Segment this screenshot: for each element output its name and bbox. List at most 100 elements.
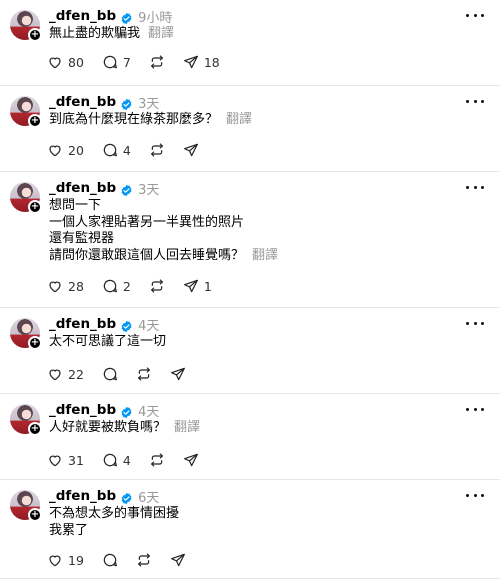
post-actions: 19 [47, 550, 204, 570]
comment-icon [102, 366, 118, 382]
follow-plus-icon[interactable]: + [28, 422, 42, 436]
post-text-content: 我累了 [49, 522, 89, 538]
reply-button[interactable]: 4 [102, 450, 131, 470]
heart-icon [47, 366, 63, 382]
repost-icon [149, 142, 165, 158]
follow-plus-icon[interactable]: + [28, 200, 42, 214]
shares-count: 18 [203, 54, 220, 70]
repost-button[interactable] [149, 52, 165, 72]
post[interactable]: + _dfen_bb 9小時 無止盡的欺騙我 翻譯 80 7 18 [0, 0, 500, 86]
follow-plus-icon[interactable]: + [28, 508, 42, 522]
more-options-icon[interactable] [466, 181, 484, 193]
reply-button[interactable]: 7 [102, 52, 131, 72]
verified-badge-icon [120, 404, 133, 418]
post-time[interactable]: 3天 [138, 179, 159, 198]
reply-button[interactable] [102, 550, 118, 570]
share-button[interactable]: 1 [183, 276, 212, 296]
reply-button[interactable]: 4 [102, 140, 131, 160]
repost-button[interactable] [149, 140, 165, 160]
comment-icon [102, 54, 118, 70]
post-text-content: 想問一下 [49, 198, 102, 213]
like-button[interactable]: 28 [47, 276, 84, 296]
like-button[interactable]: 31 [47, 450, 84, 470]
more-options-icon[interactable] [466, 403, 484, 415]
post-text-content: 無止盡的欺騙我 [49, 26, 141, 41]
post-time[interactable]: 4天 [138, 401, 159, 420]
post-text-line: 到底為什麼現在綠茶那麼多？ 翻譯 [49, 112, 252, 129]
repost-button[interactable] [136, 364, 152, 384]
send-icon [170, 366, 186, 382]
post-text-content: 人好就要被欺負嗎？ [49, 420, 167, 435]
verified-badge-icon [120, 182, 133, 196]
post-text-line: 太不可思議了這一切 [49, 334, 166, 351]
username[interactable]: _dfen_bb [49, 180, 116, 196]
post-header: _dfen_bb 4天 [49, 314, 159, 334]
verified-badge-icon [120, 490, 133, 504]
like-button[interactable]: 20 [47, 140, 84, 160]
username[interactable]: _dfen_bb [49, 94, 116, 110]
more-options-icon[interactable] [466, 317, 484, 329]
follow-plus-icon[interactable]: + [28, 114, 42, 128]
post-text-content: 請問你還敢跟這個人回去睡覺嗎？ [49, 247, 245, 263]
post-header: _dfen_bb 6天 [49, 486, 159, 506]
post-header: _dfen_bb 3天 [49, 178, 159, 198]
post[interactable]: + _dfen_bb 3天 到底為什麼現在綠茶那麼多？ 翻譯 20 4 [0, 86, 500, 172]
replies-count: 4 [122, 142, 131, 158]
post[interactable]: + _dfen_bb 4天 太不可思議了這一切 22 [0, 308, 500, 394]
likes-count: 28 [68, 278, 84, 294]
post-actions: 31 4 [47, 450, 217, 470]
post-actions: 28 2 1 [47, 276, 230, 296]
post-text-content: 還有監視器 [49, 231, 115, 246]
post-text-content: 不為想太多的事情困擾 [49, 506, 180, 521]
like-button[interactable]: 19 [47, 550, 84, 570]
post-time[interactable]: 3天 [138, 93, 159, 112]
likes-count: 19 [68, 552, 84, 568]
post-time[interactable]: 9小時 [138, 7, 172, 26]
reply-button[interactable] [102, 364, 118, 384]
replies-count: 2 [122, 278, 131, 294]
follow-plus-icon[interactable]: + [28, 28, 42, 42]
follow-plus-icon[interactable]: + [28, 336, 42, 350]
more-options-icon[interactable] [466, 9, 484, 21]
comment-icon [102, 278, 118, 294]
post[interactable]: + _dfen_bb 4天 人好就要被欺負嗎？ 翻譯 31 4 [0, 394, 500, 480]
username[interactable]: _dfen_bb [49, 8, 116, 24]
repost-button[interactable] [149, 450, 165, 470]
post-time[interactable]: 6天 [138, 487, 159, 506]
likes-count: 80 [68, 54, 84, 70]
like-button[interactable]: 80 [47, 52, 84, 72]
post-time[interactable]: 4天 [138, 315, 159, 334]
share-button[interactable] [183, 450, 199, 470]
post-text: 太不可思議了這一切 [49, 334, 166, 351]
post-header: _dfen_bb 9小時 [49, 6, 172, 26]
reply-button[interactable]: 2 [102, 276, 131, 296]
send-icon [183, 54, 199, 70]
share-button[interactable] [183, 140, 199, 160]
threads-feed: + _dfen_bb 9小時 無止盡的欺騙我 翻譯 80 7 18 + _dfen_bb 3天 到底為… [0, 0, 500, 579]
translate-link[interactable]: 翻譯 [148, 26, 174, 41]
share-button[interactable] [170, 364, 186, 384]
send-icon [170, 552, 186, 568]
repost-button[interactable] [136, 550, 152, 570]
more-options-icon[interactable] [466, 489, 484, 501]
likes-count: 22 [68, 366, 84, 382]
post-text-content: 一個人家裡貼著另一半異性的照片 [49, 214, 245, 230]
comment-icon [102, 552, 118, 568]
username[interactable]: _dfen_bb [49, 316, 116, 332]
share-button[interactable]: 18 [183, 52, 220, 72]
heart-icon [47, 54, 63, 70]
translate-link[interactable]: 翻譯 [174, 420, 200, 435]
repost-button[interactable] [149, 276, 165, 296]
translate-link[interactable]: 翻譯 [252, 248, 278, 263]
translate-link[interactable]: 翻譯 [226, 112, 252, 127]
share-button[interactable] [170, 550, 186, 570]
like-button[interactable]: 22 [47, 364, 84, 384]
post[interactable]: + _dfen_bb 6天 不為想太多的事情困擾 我累了 19 [0, 480, 500, 579]
heart-icon [47, 142, 63, 158]
post-text: 無止盡的欺騙我 翻譯 [49, 26, 174, 43]
username[interactable]: _dfen_bb [49, 488, 116, 504]
post[interactable]: + _dfen_bb 3天想問一下 一個人家裡貼著另一半異性的照片 還有監視器 請問你還敢… [0, 172, 500, 308]
more-options-icon[interactable] [466, 95, 484, 107]
heart-icon [47, 452, 63, 468]
username[interactable]: _dfen_bb [49, 402, 116, 418]
